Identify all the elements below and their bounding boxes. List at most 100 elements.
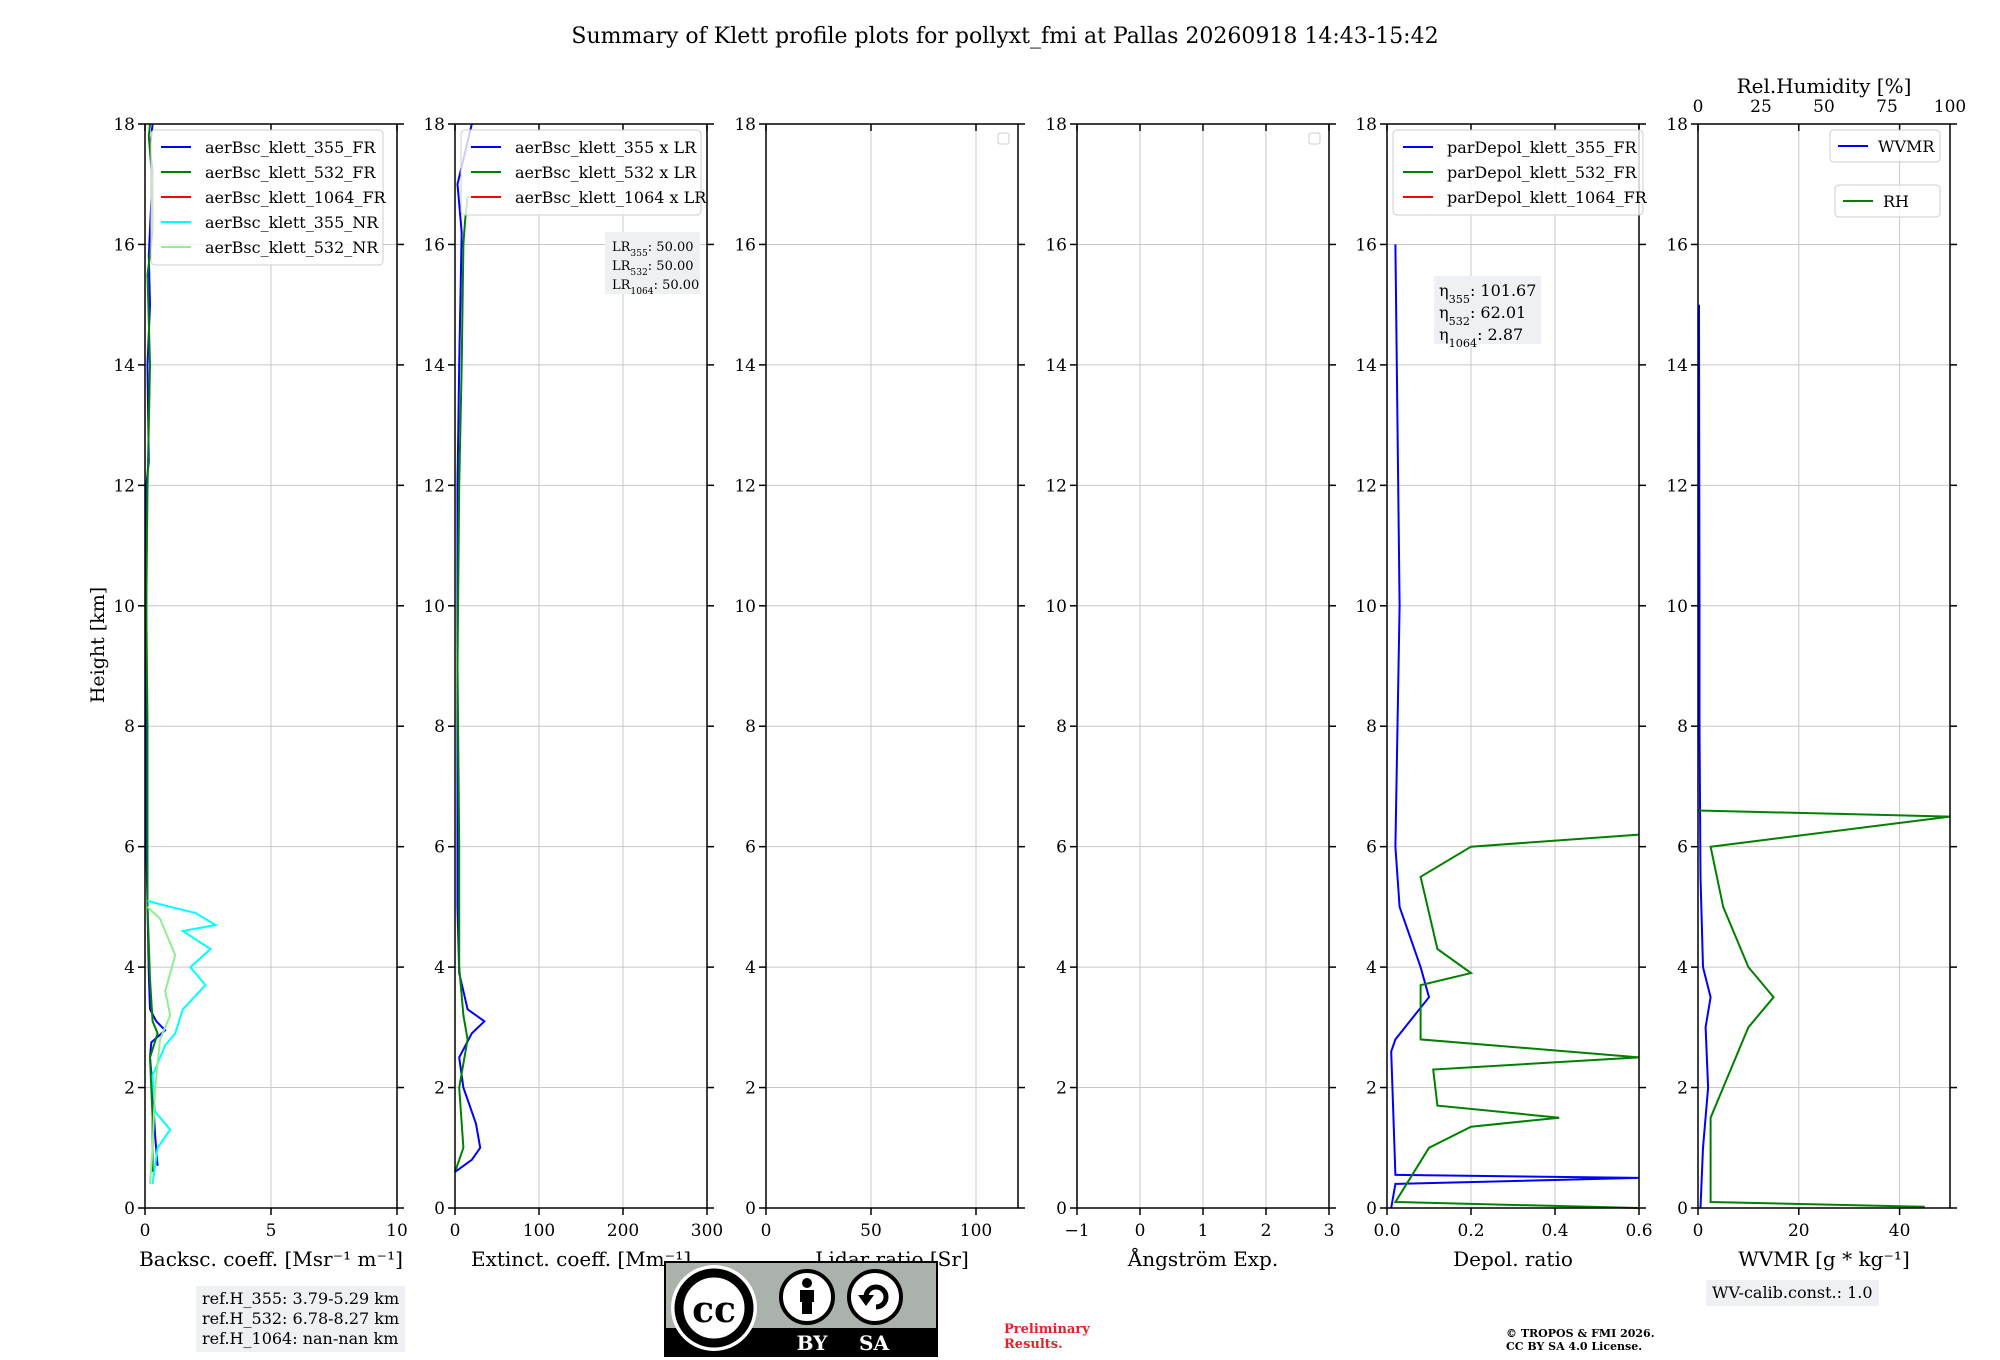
wv-calibration-constant: WV-calib.const.: 1.0: [1712, 1283, 1873, 1302]
legend-entry: parDepol_klett_1064_FR: [1447, 188, 1648, 207]
y-tick-label: 18: [1045, 115, 1067, 135]
license-badge: cc BY SA: [664, 1261, 938, 1357]
y-tick-label: 14: [734, 356, 756, 376]
legend-entry: aerBsc_klett_532_FR: [205, 163, 376, 182]
y-tick-label: 6: [1056, 838, 1067, 858]
panel-2: 0 100 200 300 0 2 4 6 8 10 12 14 16 18 Extinct. coeff.…: [423, 115, 723, 1271]
y-tick-label: 8: [1056, 717, 1067, 737]
series-line-1: [1698, 304, 1712, 1209]
series-line-2: [1393, 833, 1640, 1209]
y-tick-label: 2: [1677, 1079, 1688, 1099]
plot-frame: [1697, 123, 1951, 1209]
x-tick-label: 0: [1693, 1221, 1704, 1241]
legend-entry: parDepol_klett_532_FR: [1447, 163, 1638, 182]
y-tick-label: 12: [1355, 476, 1377, 496]
y-tick-label: 18: [423, 115, 445, 135]
top-axis-tick-label: 50: [1813, 97, 1835, 117]
panel-6: 0 20 40 0 2 4 6 8 10 12 14 16 18 WVMR [g * kg⁻¹] 0 25 50…: [1666, 74, 1966, 1271]
y-tick-label: 4: [1677, 958, 1688, 978]
wv-calibration-box: WV-calib.const.: 1.0: [1706, 1280, 1879, 1306]
y-tick-label: 10: [1666, 597, 1688, 617]
panel-5: 0.0 0.2 0.4 0.6 0 2 4 6 8 10 12 14 16 18 Depol. ratio p…: [1355, 115, 1652, 1271]
copyright-line-1: © TROPOS & FMI 2026.: [1506, 1327, 1655, 1340]
y-tick-label: 6: [434, 838, 445, 858]
x-axis-label: WVMR [g * kg⁻¹]: [1738, 1247, 1910, 1271]
x-tick-label: 0.0: [1373, 1221, 1400, 1241]
y-tick-label: 6: [124, 838, 135, 858]
legend-entry: aerBsc_klett_1064 x LR: [515, 188, 707, 207]
y-tick-label: 16: [1355, 235, 1377, 255]
x-tick-label: 0.2: [1457, 1221, 1484, 1241]
y-tick-label: 10: [423, 597, 445, 617]
y-tick-label: 2: [745, 1079, 756, 1099]
panel-3: 0 50 100024681012141618Lidar ratio [Sr]: [734, 115, 1025, 1271]
y-tick-label: 0: [124, 1199, 135, 1219]
y-tick-label: 16: [1045, 235, 1067, 255]
y-tick-label: 18: [113, 115, 135, 135]
x-axis-label: Ångström Exp.: [1127, 1246, 1278, 1271]
x-tick-label: −1: [1064, 1221, 1089, 1241]
legend-entry: WVMR: [1878, 137, 1935, 156]
x-tick-label: 20: [1788, 1221, 1810, 1241]
ref-height-355: ref.H_355: 3.79-5.29 km: [202, 1289, 400, 1308]
y-tick-label: 14: [113, 356, 135, 376]
preliminary-line-1: Preliminary: [1004, 1322, 1090, 1337]
top-axis-tick-label: 100: [1934, 97, 1966, 117]
license-sa-label: SA: [859, 1331, 889, 1355]
figure-title: Summary of Klett profile plots for polly…: [571, 24, 1438, 49]
legend-entry: aerBsc_klett_1064_FR: [205, 188, 387, 207]
license-by-label: BY: [797, 1331, 829, 1355]
person-icon: [779, 1269, 835, 1325]
x-tick-label: 100: [960, 1221, 992, 1241]
copyright-line-2: CC BY SA 4.0 License.: [1506, 1340, 1643, 1353]
x-tick-label: 0.4: [1541, 1221, 1568, 1241]
preliminary-note: Preliminary Results.: [1004, 1322, 1090, 1352]
legend-entry: aerBsc_klett_532 x LR: [515, 163, 697, 182]
share-alike-icon: [847, 1269, 903, 1325]
y-tick-label: 12: [1666, 476, 1688, 496]
x-tick-label: 300: [691, 1221, 723, 1241]
x-tick-label: 0: [140, 1221, 151, 1241]
y-tick-label: 12: [113, 476, 135, 496]
cc-logo-text: cc: [692, 1289, 736, 1331]
plot-frame: [765, 123, 1019, 1209]
x-tick-label: 0: [761, 1221, 772, 1241]
legend-entry: aerBsc_klett_355 x LR: [515, 138, 697, 157]
ref-height-532: ref.H_532: 6.78-8.27 km: [202, 1309, 400, 1328]
y-tick-label: 2: [434, 1079, 445, 1099]
x-axis-label: Extinct. coeff. [Mm⁻¹]: [471, 1247, 691, 1271]
y-tick-label: 18: [1666, 115, 1688, 135]
y-tick-label: 16: [113, 235, 135, 255]
y-tick-label: 4: [745, 958, 756, 978]
empty-legend: [1308, 132, 1321, 145]
y-tick-label: 0: [1056, 1199, 1067, 1219]
panels: 0 5 10024681012141618Backsc. coeff. [Msr⁻¹…: [113, 74, 1966, 1271]
preliminary-line-2: Results.: [1004, 1337, 1063, 1352]
y-tick-label: 12: [1045, 476, 1067, 496]
y-tick-label: 10: [734, 597, 756, 617]
x-axis-label: Depol. ratio: [1453, 1247, 1573, 1271]
x-tick-label: 50: [860, 1221, 882, 1241]
y-tick-label: 10: [113, 597, 135, 617]
panel-1: 0 5 10 0 2 4 6 8 10 12 14 16 18 Backsc. coeff. [Msr⁻¹…: [113, 115, 407, 1271]
lidar-ratio-text: LR355: 50.00 LR532: 50.00 LR1064: 50.00: [612, 240, 699, 297]
legend-entry: aerBsc_klett_532_NR: [205, 238, 379, 257]
x-tick-label: 2: [1261, 1221, 1272, 1241]
y-tick-label: 16: [423, 235, 445, 255]
ref-height-1064: ref.H_1064: nan-nan km: [202, 1329, 399, 1348]
y-tick-label: 14: [1355, 356, 1377, 376]
y-tick-label: 14: [423, 356, 445, 376]
y-tick-label: 0: [1677, 1199, 1688, 1219]
y-tick-label: 6: [745, 838, 756, 858]
y-tick-label: 14: [1666, 356, 1688, 376]
y-tick-label: 2: [1056, 1079, 1067, 1099]
legend: aerBsc_klett_355 x LR aerBsc_klett_532 x …: [460, 129, 707, 216]
legend-entry: aerBsc_klett_355_NR: [205, 213, 379, 232]
y-tick-label: 4: [124, 958, 135, 978]
copyright-note: © TROPOS & FMI 2026. CC BY SA 4.0 Licens…: [1506, 1327, 1655, 1353]
y-tick-label: 0: [434, 1199, 445, 1219]
y-tick-label: 4: [434, 958, 445, 978]
x-tick-label: 1: [1198, 1221, 1209, 1241]
x-tick-label: 40: [1889, 1221, 1911, 1241]
legend-entry: RH: [1883, 192, 1909, 211]
